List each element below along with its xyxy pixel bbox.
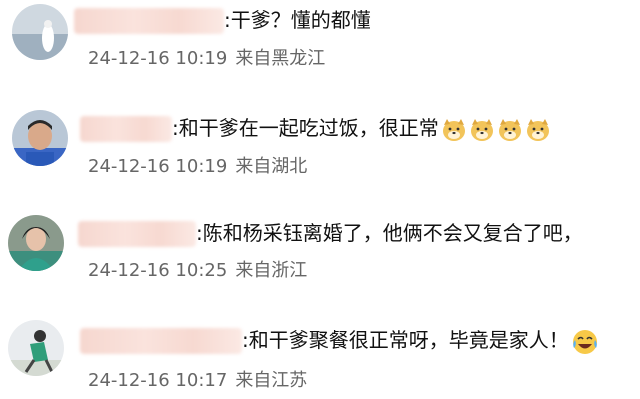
username-blurred[interactable] — [80, 116, 172, 142]
comment-text-body: :和干爹聚餐很正常呀，毕竟是家人！ — [242, 328, 569, 352]
comment-text: :和干爹聚餐很正常呀，毕竟是家人！ — [242, 327, 599, 356]
comment-text: :陈和杨采钰离婚了，他俩不会又复合了吧， — [196, 221, 583, 245]
doge-emoji — [525, 117, 551, 143]
comment-meta: 24-12-16 10:17 来自江苏 — [88, 370, 307, 392]
comment-item: :和干爹聚餐很正常呀，毕竟是家人！ 24-12-16 10:17 来自江苏 — [0, 310, 640, 399]
avatar[interactable] — [12, 110, 68, 166]
comment-text-body: :和干爹在一起吃过饭，很正常 — [172, 116, 439, 140]
comment-time: 24-12-16 10:19 — [88, 48, 228, 69]
comment-meta: 24-12-16 10:19 来自湖北 — [88, 156, 307, 178]
comment-location: 来自湖北 — [235, 156, 308, 177]
comment-time: 24-12-16 10:17 — [88, 370, 228, 391]
comment-list: :干爹？懂的都懂 24-12-16 10:19 来自黑龙江 :和干爹在一起吃过饭，… — [0, 0, 640, 399]
comment-text: :干爹？懂的都懂 — [224, 8, 371, 32]
doge-emoji — [441, 117, 467, 143]
avatar[interactable] — [12, 4, 68, 60]
doge-emoji — [469, 117, 495, 143]
comment-item: :陈和杨采钰离婚了，他俩不会又复合了吧， 24-12-16 10:25 来自浙江 — [0, 205, 640, 300]
comment-time: 24-12-16 10:25 — [88, 260, 228, 281]
comment-item: :和干爹在一起吃过饭，很正常 24-12-16 10:19 来自湖北 — [0, 100, 640, 195]
comment-item: :干爹？懂的都懂 24-12-16 10:19 来自黑龙江 — [0, 0, 640, 90]
comment-location: 来自浙江 — [235, 260, 308, 281]
comment-location: 来自江苏 — [235, 370, 308, 391]
laugh-cry-emoji — [571, 328, 599, 356]
avatar[interactable] — [8, 215, 64, 271]
comment-time: 24-12-16 10:19 — [88, 156, 228, 177]
username-blurred[interactable] — [80, 328, 242, 354]
comment-meta: 24-12-16 10:19 来自黑龙江 — [88, 48, 325, 70]
comment-meta: 24-12-16 10:25 来自浙江 — [88, 260, 307, 282]
comment-text: :和干爹在一起吃过饭，很正常 — [172, 115, 551, 143]
comment-location: 来自黑龙江 — [235, 48, 326, 69]
username-blurred[interactable] — [74, 8, 224, 34]
avatar[interactable] — [8, 320, 64, 376]
username-blurred[interactable] — [78, 221, 196, 247]
doge-emoji — [497, 117, 523, 143]
